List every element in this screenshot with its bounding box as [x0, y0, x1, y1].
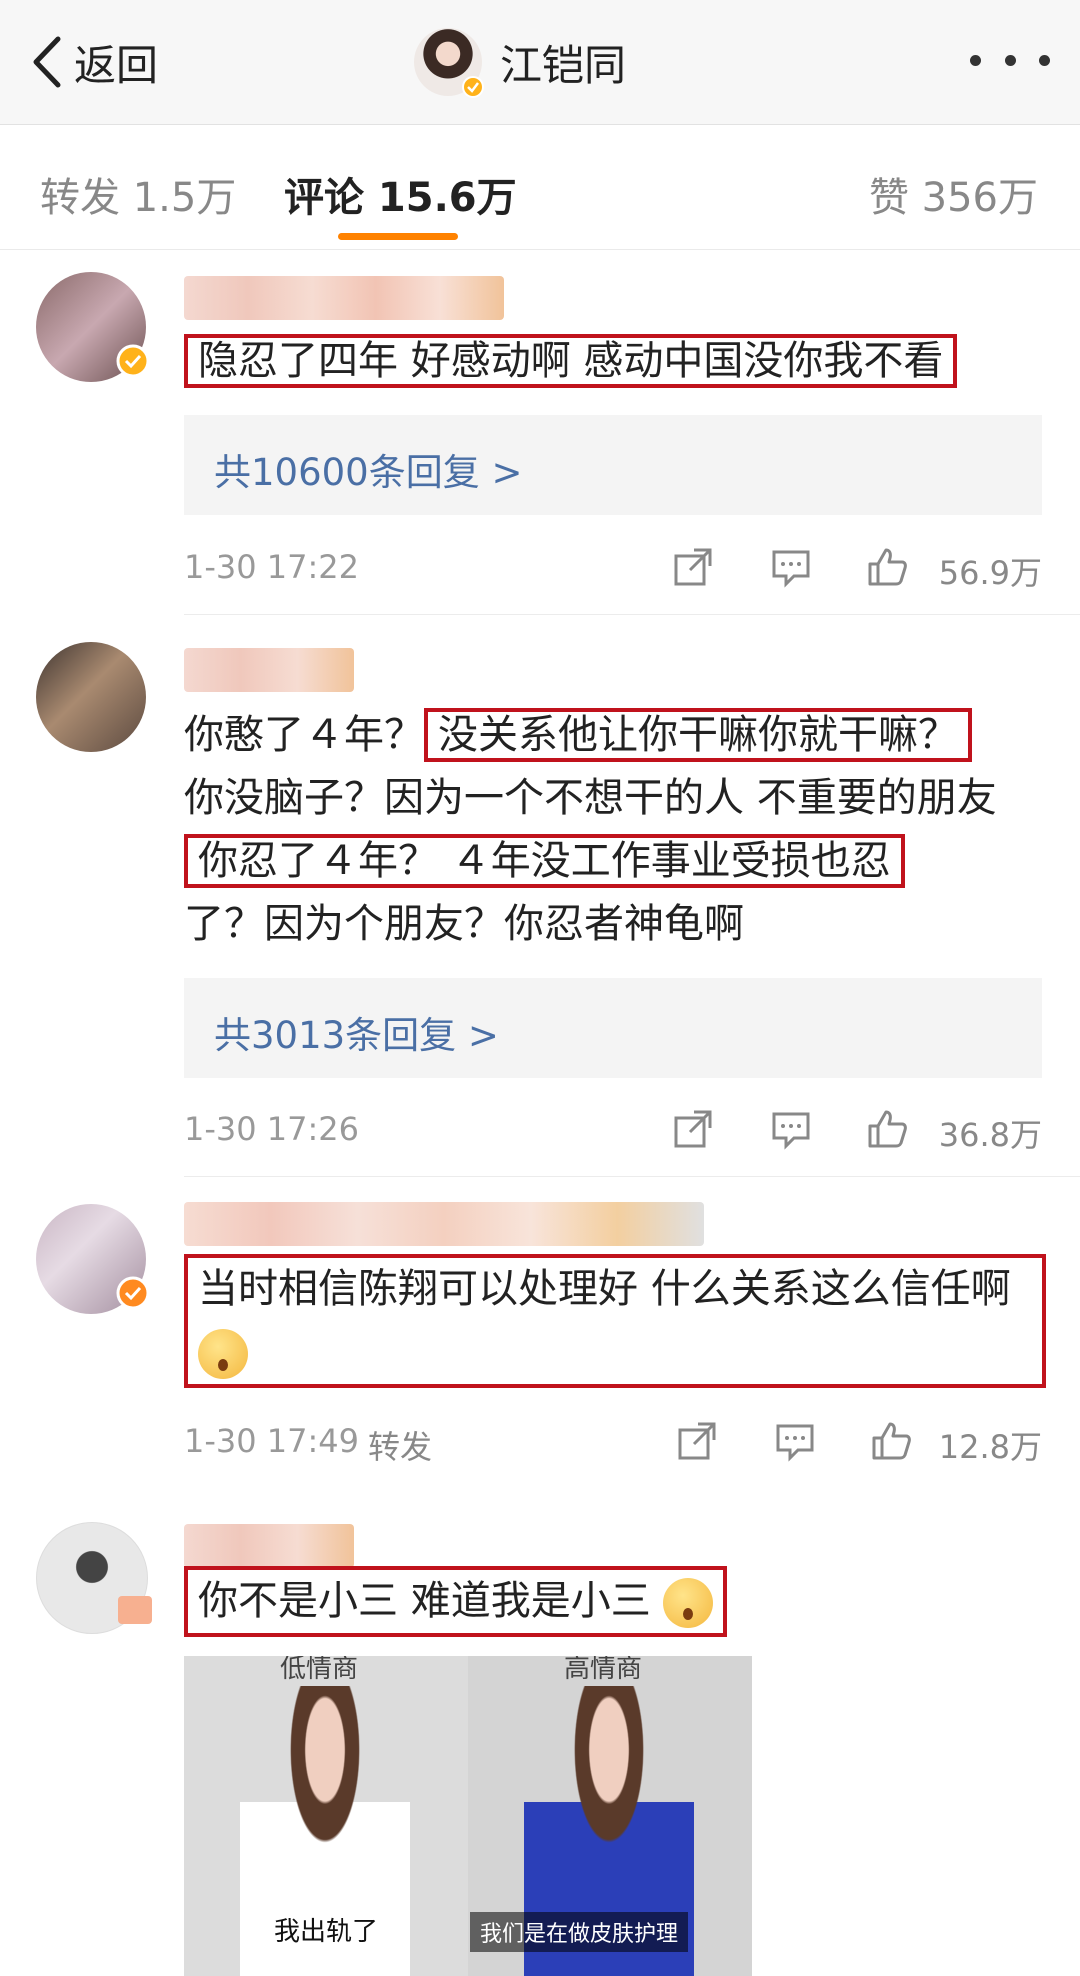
- like-count: 56.9万: [938, 554, 1042, 592]
- meme-left-panel: 低情商 我出轨了: [184, 1656, 468, 1976]
- more-icon[interactable]: [970, 46, 1050, 74]
- comment-text-part: 你憨了４年？: [184, 712, 424, 758]
- avatar[interactable]: [36, 1522, 152, 1634]
- avatar[interactable]: [36, 272, 150, 382]
- repost-label[interactable]: 转发: [368, 1422, 432, 1468]
- blushing-emoji-icon: [663, 1578, 714, 1628]
- back-label: 返回: [74, 40, 159, 90]
- verified-badge-icon: [116, 344, 150, 378]
- like-count: 12.8万: [938, 1428, 1042, 1466]
- highlight-box: 你忍了４年？ ４年没工作事业受损也忍: [184, 834, 905, 888]
- highlight-box: 没关系他让你干嘛你就干嘛？: [424, 708, 972, 762]
- comment-text: 你憨了４年？ 没关系他让你干嘛你就干嘛？ 你没脑子？因为一个不想干的人 不重要的朋…: [184, 704, 1044, 956]
- timestamp: 1-30 17:26: [184, 1110, 360, 1148]
- username-blurred[interactable]: [184, 276, 504, 320]
- replies-count: 共3013条回复 >: [214, 1014, 499, 1057]
- username-blurred[interactable]: [184, 648, 354, 692]
- tab-comment[interactable]: 评论 15.6万: [284, 165, 517, 223]
- replies-link[interactable]: 共3013条回复 >: [184, 978, 1042, 1078]
- top-nav-bar: 返回 江铠同: [0, 0, 1080, 125]
- avatar[interactable]: [36, 642, 146, 752]
- meme-label: 低情商: [280, 1656, 359, 1684]
- tab-like[interactable]: 赞 356万: [869, 165, 1038, 223]
- timestamp: 1-30 17:49: [184, 1422, 360, 1460]
- blurred-badge: [118, 1596, 152, 1624]
- username-blurred[interactable]: [184, 1524, 354, 1568]
- page-title: 江铠同: [500, 40, 627, 90]
- comment-item: 当时相信陈翔可以处理好 什么关系这么信任啊 1-30 17:49 转发 12.8…: [0, 1180, 1080, 1500]
- divider: [184, 1176, 1080, 1177]
- tab-bar: 转发 1.5万 评论 15.6万 赞 356万: [0, 125, 1080, 250]
- comment-meta: 1-30 17:26 36.8万: [184, 1104, 1042, 1154]
- comment-text-part: 当时相信陈翔可以处理好 什么关系这么信任啊: [198, 1266, 1011, 1312]
- chevron-left-icon: [33, 36, 61, 88]
- verified-badge-icon: [116, 1276, 150, 1310]
- replies-count: 共10600条回复 >: [214, 451, 523, 494]
- like-count: 36.8万: [938, 1116, 1042, 1154]
- meme-caption: 我出轨了: [274, 1917, 379, 1947]
- share-icon[interactable]: [672, 546, 714, 588]
- active-tab-indicator: [338, 233, 458, 240]
- comment-text: 你不是小三 难道我是小三: [184, 1566, 1044, 1637]
- meme-caption: 我们是在做皮肤护理: [470, 1912, 689, 1952]
- avatar[interactable]: [36, 1204, 150, 1314]
- highlight-box: 隐忍了四年 好感动啊 感动中国没你我不看: [184, 334, 958, 388]
- comment-item: 你憨了４年？ 没关系他让你干嘛你就干嘛？ 你没脑子？因为一个不想干的人 不重要的朋…: [0, 620, 1080, 1180]
- comment-icon[interactable]: [774, 1420, 816, 1462]
- comment-meta: 1-30 17:49 转发 12.8万: [184, 1416, 1042, 1466]
- avatar: [414, 28, 484, 98]
- divider: [184, 614, 1080, 615]
- comment-text-part: 你没脑子？因为一个不想干的人 不重要的朋友: [184, 775, 997, 821]
- meme-label: 高情商: [564, 1656, 643, 1684]
- like-icon[interactable]: [866, 1108, 908, 1150]
- verified-badge-icon: [462, 76, 484, 98]
- back-button[interactable]: 返回: [30, 32, 158, 92]
- comment-icon[interactable]: [770, 1108, 812, 1150]
- share-icon[interactable]: [676, 1420, 718, 1462]
- comment-icon[interactable]: [770, 546, 812, 588]
- comment-image[interactable]: 低情商 我出轨了 高情商 我们是在做皮肤护理: [184, 1656, 752, 1976]
- tab-repost[interactable]: 转发 1.5万: [40, 165, 236, 223]
- timestamp: 1-30 17:22: [184, 548, 360, 586]
- profile-title[interactable]: 江铠同: [414, 26, 626, 98]
- username-blurred[interactable]: [184, 1202, 704, 1246]
- highlight-box: 当时相信陈翔可以处理好 什么关系这么信任啊: [184, 1254, 1046, 1388]
- comment-text: 当时相信陈翔可以处理好 什么关系这么信任啊: [184, 1254, 1046, 1388]
- replies-link[interactable]: 共10600条回复 >: [184, 415, 1042, 515]
- meme-right-panel: 高情商 我们是在做皮肤护理: [468, 1656, 752, 1976]
- comment-text-part: 了？因为个朋友？你忍者神龟啊: [184, 901, 744, 947]
- highlight-box: 你不是小三 难道我是小三: [184, 1566, 728, 1637]
- like-icon[interactable]: [866, 546, 908, 588]
- comment-text: 隐忍了四年 好感动啊 感动中国没你我不看: [184, 330, 1044, 393]
- comment-item: 隐忍了四年 好感动啊 感动中国没你我不看 共10600条回复 > 1-30 17…: [0, 250, 1080, 620]
- thinking-emoji-icon: [198, 1329, 248, 1379]
- like-icon[interactable]: [870, 1420, 912, 1462]
- share-icon[interactable]: [672, 1108, 714, 1150]
- comment-text-part: 你不是小三 难道我是小三: [198, 1578, 651, 1624]
- comment-meta: 1-30 17:22 56.9万: [184, 542, 1042, 592]
